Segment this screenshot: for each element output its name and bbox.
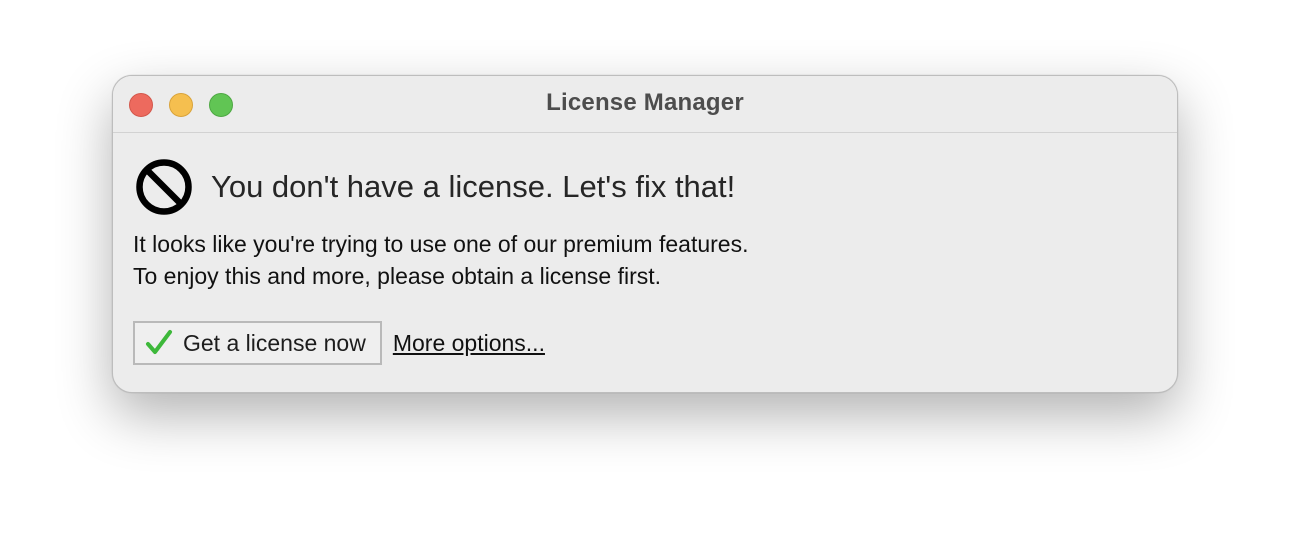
headline-row: You don't have a license. Let's fix that… <box>135 159 735 215</box>
title-bar[interactable]: License Manager <box>113 76 1177 133</box>
no-entry-icon <box>136 159 192 215</box>
checkmark-icon <box>146 330 172 354</box>
get-license-button[interactable]: Get a license now <box>133 321 382 365</box>
action-row: Get a license now More options... <box>133 321 545 365</box>
more-options-link[interactable]: More options... <box>393 330 545 357</box>
window-title: License Manager <box>546 89 744 116</box>
message-line-2: To enjoy this and more, please obtain a … <box>133 263 662 289</box>
dialog-content: You don't have a license. Let's fix that… <box>113 133 1177 392</box>
license-manager-window: License Manager You don't have a license… <box>112 75 1178 393</box>
message-line-1: It looks like you're trying to use one o… <box>133 231 749 257</box>
get-license-label: Get a license now <box>183 329 366 356</box>
message-body: It looks like you're trying to use one o… <box>133 228 748 292</box>
headline: You don't have a license. Let's fix that… <box>211 169 736 204</box>
